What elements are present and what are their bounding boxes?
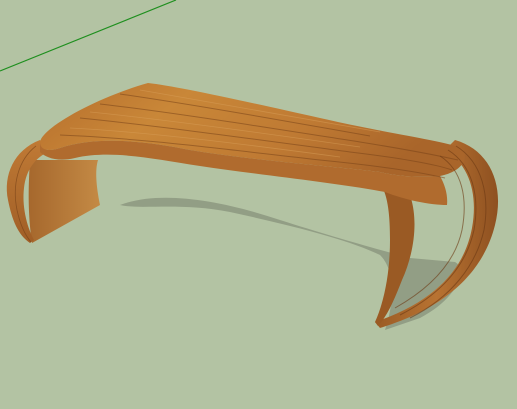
sketchup-viewport[interactable] — [0, 0, 517, 409]
green-axis-line — [0, 0, 177, 72]
left-leg-inner — [28, 160, 100, 243]
scene-canvas[interactable] — [0, 0, 517, 409]
